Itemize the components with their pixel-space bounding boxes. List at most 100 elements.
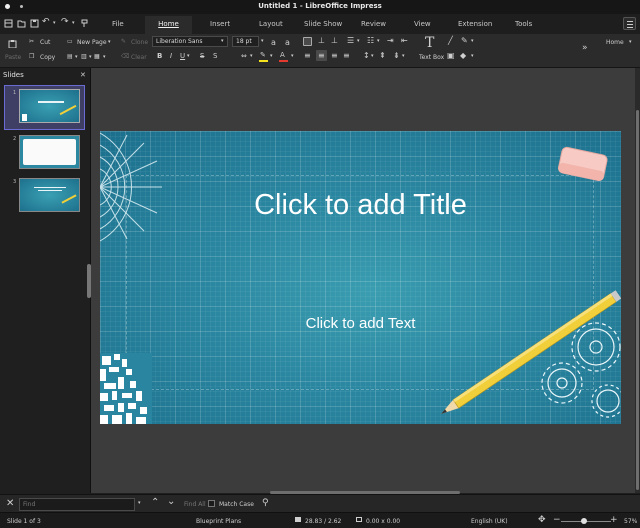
language-indicator[interactable]: English (UK) <box>471 518 508 525</box>
slide-thumbnail-1[interactable] <box>19 89 80 123</box>
justify-icon[interactable]: ≡ <box>343 51 350 60</box>
align-top-icon[interactable] <box>303 37 312 46</box>
close-pane-icon[interactable]: ✕ <box>80 71 86 79</box>
font-name-field[interactable]: Liberation Sans <box>152 36 228 47</box>
master-slide-name[interactable]: Blueprint Plans <box>196 518 241 525</box>
slide-thumbnail-3[interactable] <box>19 178 80 212</box>
tab-insert[interactable]: Insert <box>210 20 230 28</box>
display-views-dropdown-icon[interactable]: ▾ <box>89 54 92 60</box>
fit-slide-icon[interactable]: ✥ <box>538 515 546 525</box>
highlight-color-icon[interactable]: ✎ <box>260 51 266 59</box>
zoom-level[interactable]: 57% <box>624 518 637 525</box>
clone-formatting-icon[interactable] <box>80 19 89 28</box>
clear-icon[interactable]: ⌫ <box>121 53 129 60</box>
undo-dropdown-icon[interactable]: ▾ <box>53 17 56 29</box>
shadow-icon[interactable]: S <box>213 52 217 60</box>
tab-review[interactable]: Review <box>361 20 386 28</box>
find-next-icon[interactable]: ⌄ <box>167 496 175 507</box>
increase-indent-icon[interactable]: ⇥ <box>387 36 394 45</box>
cut-button[interactable]: Cut <box>40 39 50 46</box>
save-icon[interactable] <box>30 19 39 28</box>
font-color-icon[interactable]: A <box>280 51 285 59</box>
new-doc-menu-icon[interactable] <box>4 19 13 28</box>
bullets-icon[interactable]: ☰ <box>347 36 354 45</box>
content-placeholder[interactable]: Click to add Text <box>100 315 621 332</box>
open-folder-icon[interactable] <box>17 19 26 28</box>
text-direction-dropdown-icon[interactable]: ▾ <box>402 53 405 59</box>
align-bottom-icon[interactable]: ⊥ <box>331 36 338 45</box>
slide-design-icon[interactable]: ▦ <box>94 53 100 60</box>
layout-dropdown-icon[interactable]: ▾ <box>75 54 78 60</box>
bold-icon[interactable]: B <box>157 52 162 60</box>
line-spacing-icon[interactable]: ↕ <box>363 51 370 60</box>
font-color-dropdown-icon[interactable]: ▾ <box>291 53 294 59</box>
redo-icon[interactable]: ↷ <box>61 16 69 28</box>
character-spacing-dropdown-icon[interactable]: ▾ <box>250 53 253 59</box>
shapes-dropdown-icon[interactable]: ▾ <box>471 53 474 59</box>
slide-design-dropdown-icon[interactable]: ▾ <box>103 54 106 60</box>
clone-brush-icon[interactable]: ✎ <box>121 38 126 45</box>
line-spacing-dropdown-icon[interactable]: ▾ <box>371 53 374 59</box>
tab-home[interactable]: Home <box>145 16 192 34</box>
underline-dropdown-icon[interactable]: ▾ <box>187 53 190 59</box>
ribbon-overflow-icon[interactable]: » <box>582 43 588 53</box>
find-input[interactable]: Find <box>19 498 135 511</box>
tab-view[interactable]: View <box>414 20 431 28</box>
tab-file[interactable]: File <box>112 20 124 28</box>
zoom-slider-thumb[interactable] <box>581 518 587 524</box>
center-vertically-icon[interactable]: ⊥ <box>318 36 325 45</box>
text-box-icon[interactable]: T <box>425 35 434 51</box>
vertical-scrollbar[interactable] <box>635 68 640 493</box>
curve-dropdown-icon[interactable]: ▾ <box>471 38 474 44</box>
close-find-icon[interactable]: ✕ <box>6 498 14 509</box>
curve-icon[interactable]: ✎ <box>461 36 468 45</box>
display-views-icon[interactable]: ▥ <box>81 53 87 60</box>
hamburger-menu-icon[interactable] <box>623 17 636 30</box>
text-direction-icon[interactable]: ⇟ <box>393 51 400 60</box>
tab-selector-dropdown-icon[interactable]: ▾ <box>629 39 632 45</box>
font-size-dropdown-icon[interactable]: ▾ <box>261 38 264 44</box>
paragraph-spacing-icon[interactable]: ⇞ <box>379 51 386 60</box>
align-center-icon[interactable]: ≡ <box>318 51 325 60</box>
font-size-field[interactable]: 18 pt <box>232 36 259 47</box>
slide-thumbnail-2[interactable] <box>19 135 80 169</box>
shapes-icon[interactable]: ◆ <box>460 51 466 60</box>
line-icon[interactable]: ╱ <box>448 36 453 45</box>
new-page-button[interactable]: New Page <box>77 39 107 46</box>
tab-extension[interactable]: Extension <box>458 20 492 28</box>
font-name-dropdown-icon[interactable]: ▾ <box>221 38 224 44</box>
redo-dropdown-icon[interactable]: ▾ <box>72 17 75 29</box>
slide-canvas[interactable]: Click to add Title Click to add Text <box>100 131 621 424</box>
align-left-icon[interactable]: ≡ <box>304 51 311 60</box>
cut-scissors-icon[interactable]: ✂ <box>29 38 34 45</box>
bullets-dropdown-icon[interactable]: ▾ <box>357 38 360 44</box>
undo-icon[interactable]: ↶ <box>42 16 50 28</box>
clear-button[interactable]: Clear <box>131 54 147 61</box>
find-all-button[interactable]: Find All <box>184 501 206 508</box>
zoom-in-icon[interactable]: + <box>610 515 618 525</box>
tab-slide-show[interactable]: Slide Show <box>304 20 342 28</box>
layout-icon[interactable]: ▤ <box>67 53 73 60</box>
align-right-icon[interactable]: ≡ <box>331 51 338 60</box>
tab-tools[interactable]: Tools <box>515 20 532 28</box>
underline-icon[interactable]: U <box>180 52 185 60</box>
find-history-dropdown-icon[interactable]: ▾ <box>138 500 141 506</box>
text-box-button[interactable]: Text Box <box>419 54 444 61</box>
zoom-out-icon[interactable]: − <box>553 515 561 525</box>
grow-font-icon[interactable]: a <box>271 38 276 47</box>
new-page-icon[interactable]: ▭ <box>67 38 73 45</box>
new-page-dropdown-icon[interactable]: ▾ <box>108 39 111 45</box>
search-icon[interactable]: ⚲ <box>262 498 269 508</box>
numbering-icon[interactable]: ☷ <box>367 36 374 45</box>
clone-button[interactable]: Clone <box>131 39 148 46</box>
vertical-scrollbar-thumb[interactable] <box>636 110 639 490</box>
strikethrough-icon[interactable]: S <box>200 52 204 60</box>
italic-icon[interactable]: I <box>170 52 172 60</box>
match-case-checkbox[interactable] <box>208 500 215 507</box>
decrease-indent-icon[interactable]: ⇤ <box>401 36 408 45</box>
numbering-dropdown-icon[interactable]: ▾ <box>377 38 380 44</box>
copy-button[interactable]: Copy <box>40 54 55 61</box>
character-spacing-icon[interactable]: ⇔ <box>241 52 247 60</box>
shrink-font-icon[interactable]: a <box>285 38 290 47</box>
highlight-dropdown-icon[interactable]: ▾ <box>270 53 273 59</box>
